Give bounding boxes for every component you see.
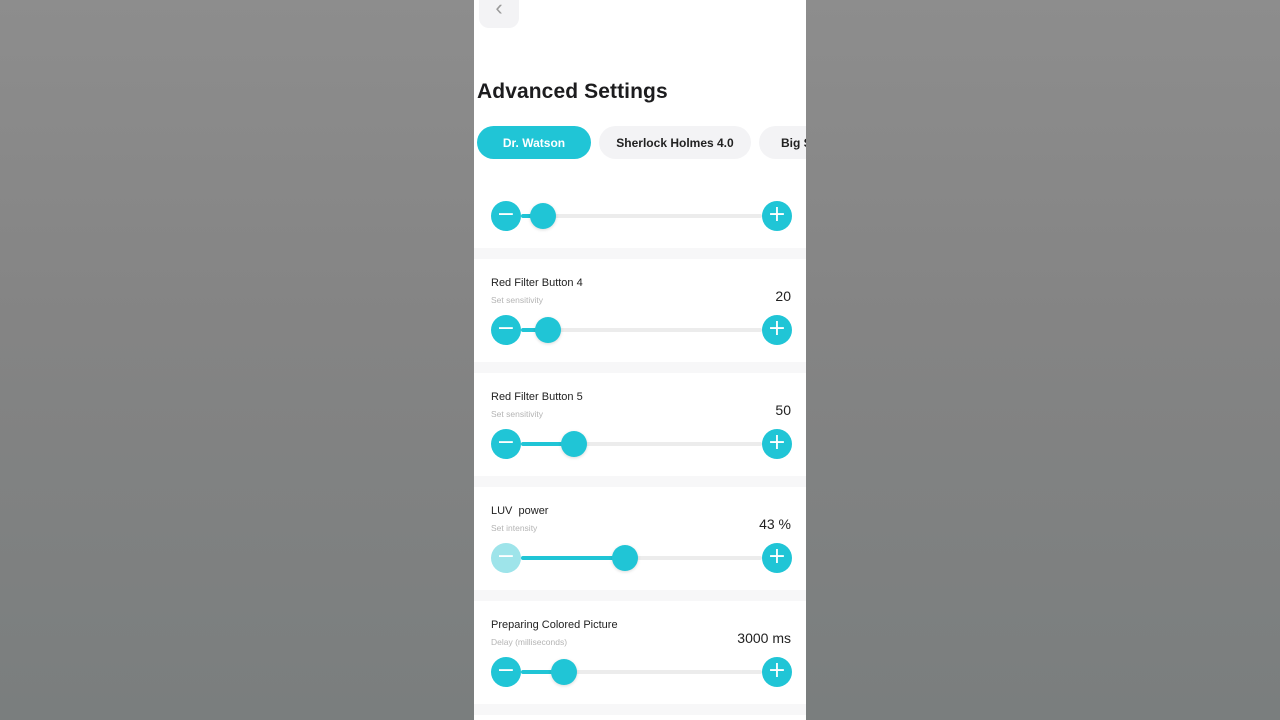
settings-screen: ‹ Advanced Settings Dr. Watson Sherlock … bbox=[474, 0, 806, 720]
minus-icon: − bbox=[496, 430, 516, 455]
decrease-button[interactable]: − bbox=[491, 543, 521, 573]
setting-card: − + bbox=[474, 185, 806, 248]
increase-button[interactable]: + bbox=[762, 657, 792, 687]
setting-title: LUV power bbox=[491, 505, 549, 517]
setting-card bbox=[474, 715, 806, 720]
plus-icon: + bbox=[767, 544, 787, 569]
setting-subtitle: Delay (milliseconds) bbox=[491, 637, 568, 647]
slider-row: − + bbox=[491, 543, 792, 573]
setting-title: Red Filter Button 5 bbox=[491, 391, 583, 403]
page-title: Advanced Settings bbox=[477, 80, 668, 103]
slider-track[interactable] bbox=[521, 431, 762, 457]
plus-icon: + bbox=[767, 430, 787, 455]
slider-track[interactable] bbox=[521, 317, 762, 343]
increase-button[interactable]: + bbox=[762, 429, 792, 459]
slider-row: − + bbox=[491, 315, 792, 345]
minus-icon: − bbox=[496, 658, 516, 683]
setting-title: Red Filter Button 4 bbox=[491, 277, 583, 289]
slider-track[interactable] bbox=[521, 203, 762, 229]
increase-button[interactable]: + bbox=[762, 543, 792, 573]
slider-thumb[interactable] bbox=[561, 431, 588, 457]
minus-icon: − bbox=[496, 544, 516, 569]
top-bar: ‹ Advanced Settings Dr. Watson Sherlock … bbox=[474, 0, 806, 185]
slider-row: − + bbox=[491, 201, 792, 231]
tab-big-s[interactable]: Big S bbox=[759, 126, 806, 159]
slider-thumb[interactable] bbox=[534, 317, 561, 343]
decrease-button[interactable]: − bbox=[491, 315, 521, 345]
setting-title: Preparing Colored Picture bbox=[491, 619, 618, 631]
setting-value: 50 bbox=[775, 402, 791, 418]
setting-subtitle: Set sensitivity bbox=[491, 409, 543, 419]
chevron-left-icon: ‹ bbox=[495, 0, 503, 20]
setting-card: Red Filter Button 5 Set sensitivity 50 −… bbox=[474, 373, 806, 476]
setting-card: Red Filter Button 4 Set sensitivity 20 −… bbox=[474, 259, 806, 362]
decrease-button[interactable]: − bbox=[491, 429, 521, 459]
minus-icon: − bbox=[496, 202, 516, 227]
device-tabs: Dr. Watson Sherlock Holmes 4.0 Big S bbox=[477, 126, 806, 159]
slider-fill bbox=[521, 556, 625, 560]
minus-icon: − bbox=[496, 316, 516, 341]
slider-row: − + bbox=[491, 429, 792, 459]
setting-subtitle: Set intensity bbox=[491, 523, 538, 533]
increase-button[interactable]: + bbox=[762, 315, 792, 345]
decrease-button[interactable]: − bbox=[491, 201, 521, 231]
setting-value: 20 bbox=[775, 288, 791, 304]
setting-value: 3000 ms bbox=[737, 630, 791, 646]
slider-thumb[interactable] bbox=[551, 659, 578, 685]
back-button[interactable]: ‹ bbox=[479, 0, 519, 28]
setting-card: LUV power Set intensity 43 % − + bbox=[474, 487, 806, 590]
setting-subtitle: Set sensitivity bbox=[491, 295, 543, 305]
plus-icon: + bbox=[767, 316, 787, 341]
setting-card: Preparing Colored Picture Delay (millise… bbox=[474, 601, 806, 704]
slider-thumb[interactable] bbox=[529, 203, 556, 229]
setting-value: 43 % bbox=[759, 516, 791, 532]
tab-sherlock-holmes[interactable]: Sherlock Holmes 4.0 bbox=[599, 126, 751, 159]
slider-track[interactable] bbox=[521, 545, 762, 571]
plus-icon: + bbox=[767, 658, 787, 683]
tab-dr-watson[interactable]: Dr. Watson bbox=[477, 126, 591, 159]
increase-button[interactable]: + bbox=[762, 201, 792, 231]
decrease-button[interactable]: − bbox=[491, 657, 521, 687]
plus-icon: + bbox=[767, 202, 787, 227]
slider-track[interactable] bbox=[521, 659, 762, 685]
slider-thumb[interactable] bbox=[611, 545, 638, 571]
slider-row: − + bbox=[491, 657, 792, 687]
